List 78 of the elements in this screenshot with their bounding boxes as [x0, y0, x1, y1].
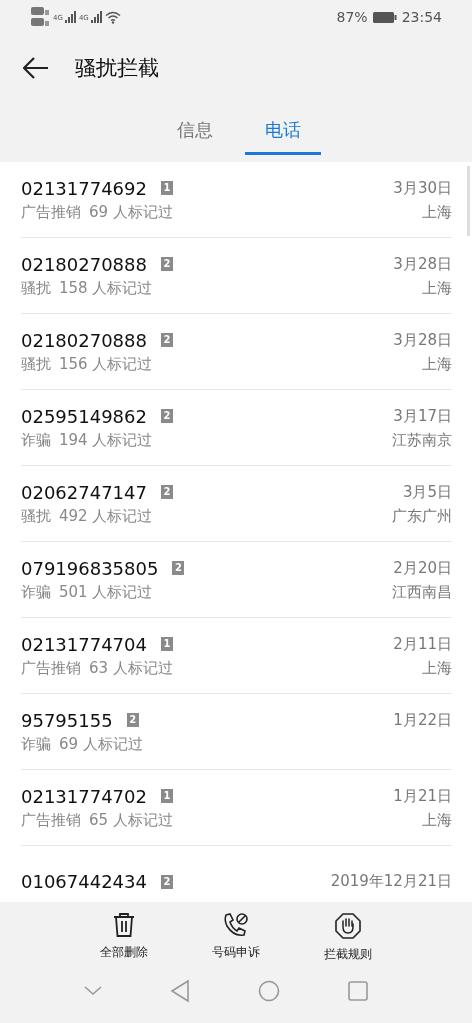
delete-button[interactable]: 全部删除 [88, 910, 160, 965]
report-count: 492 人标记过 [59, 506, 153, 526]
sim-badge: 2 [161, 333, 173, 347]
report-count: 158 人标记过 [59, 278, 153, 298]
sim-badge: 2 [161, 874, 173, 889]
back-arrow-icon[interactable] [23, 57, 49, 79]
call-category: 骚扰 [21, 278, 51, 298]
sim-badge: 1 [161, 181, 173, 195]
back-icon[interactable] [170, 979, 190, 1003]
call-date: 2月11日 [393, 634, 452, 654]
rules-button[interactable]: 拦截规则 [312, 910, 384, 965]
battery-percent: 87% [336, 9, 368, 25]
call-category: 诈骗 [21, 430, 51, 450]
phone-number[interactable]: 02180270888 [21, 329, 147, 351]
call-date: 2019年12月21日 [330, 872, 452, 891]
call-date: 1月22日 [393, 710, 452, 730]
call-date: 3月28日 [393, 254, 452, 274]
sim-badge: 2 [161, 409, 173, 423]
phone-number[interactable]: 02595149862 [21, 405, 147, 427]
report-count: 194 人标记过 [59, 430, 153, 450]
phone-number[interactable]: 02131774704 [21, 633, 147, 655]
tab[interactable]: 信息 [167, 102, 223, 155]
phone-blocked-icon [222, 912, 250, 938]
wifi-icon [104, 10, 121, 24]
sim-badge: 2 [161, 257, 173, 271]
call-location: 上海 [422, 658, 452, 678]
trash-icon [112, 912, 136, 938]
report-count: 65 人标记过 [89, 810, 173, 830]
call-location: 江苏南京 [392, 430, 452, 450]
call-category: 骚扰 [21, 354, 51, 374]
call-location: 上海 [422, 810, 452, 830]
phone-number[interactable]: 02131774702 [21, 785, 147, 807]
sim-badge: 2 [161, 485, 173, 499]
battery-icon [372, 11, 397, 23]
phone-number[interactable]: 95795155 [21, 709, 113, 731]
report-count: 501 人标记过 [59, 582, 153, 602]
call-date: 3月28日 [393, 330, 452, 350]
sim-badge: 1 [161, 789, 173, 803]
call-category: 广告推销 [21, 202, 81, 222]
call-date: 3月17日 [393, 406, 452, 426]
report-count: 63 人标记过 [89, 658, 173, 678]
home-icon[interactable] [258, 980, 280, 1002]
signal-icon [64, 11, 77, 23]
report-count: 69 人标记过 [89, 202, 173, 222]
tab[interactable]: 电话 [245, 102, 321, 155]
call-category: 广告推销 [21, 658, 81, 678]
call-location: 上海 [422, 354, 452, 374]
signal-icon [90, 11, 103, 23]
call-location: 江西南昌 [392, 582, 452, 602]
appeal-button[interactable]: 号码申诉 [200, 910, 272, 965]
page-title: 骚扰拦截 [75, 55, 159, 82]
sim-badge: 2 [126, 713, 139, 727]
hand-stop-icon [334, 912, 362, 940]
phone-number[interactable]: 01067442434 [21, 871, 147, 892]
call-location: 上海 [422, 278, 452, 298]
call-category: 诈骗 [21, 734, 51, 754]
phone-number[interactable]: 02180270888 [21, 253, 147, 275]
report-count: 156 人标记过 [59, 354, 153, 374]
sim-badge: 1 [161, 637, 173, 651]
call-location: 广东广州 [392, 506, 452, 526]
call-date: 1月21日 [393, 786, 452, 806]
call-date: 3月30日 [393, 178, 452, 198]
call-category: 骚扰 [21, 506, 51, 526]
call-category: 广告推销 [21, 810, 81, 830]
sim-badge: 2 [172, 561, 185, 575]
phone-number[interactable]: 02131774692 [21, 177, 147, 199]
call-date: 2月20日 [393, 558, 452, 578]
scrollbar [467, 166, 470, 236]
report-count: 69 人标记过 [59, 734, 143, 754]
call-location: 上海 [422, 202, 452, 222]
call-category: 诈骗 [21, 582, 51, 602]
chevron-down-icon[interactable] [84, 986, 102, 996]
clock: 23:54 [401, 9, 442, 25]
phone-number[interactable]: 02062747147 [21, 481, 147, 503]
phone-number[interactable]: 079196835805 [21, 557, 159, 579]
recents-icon[interactable] [348, 981, 368, 1001]
call-date: 3月5日 [402, 482, 452, 502]
hd-icon [31, 6, 51, 28]
